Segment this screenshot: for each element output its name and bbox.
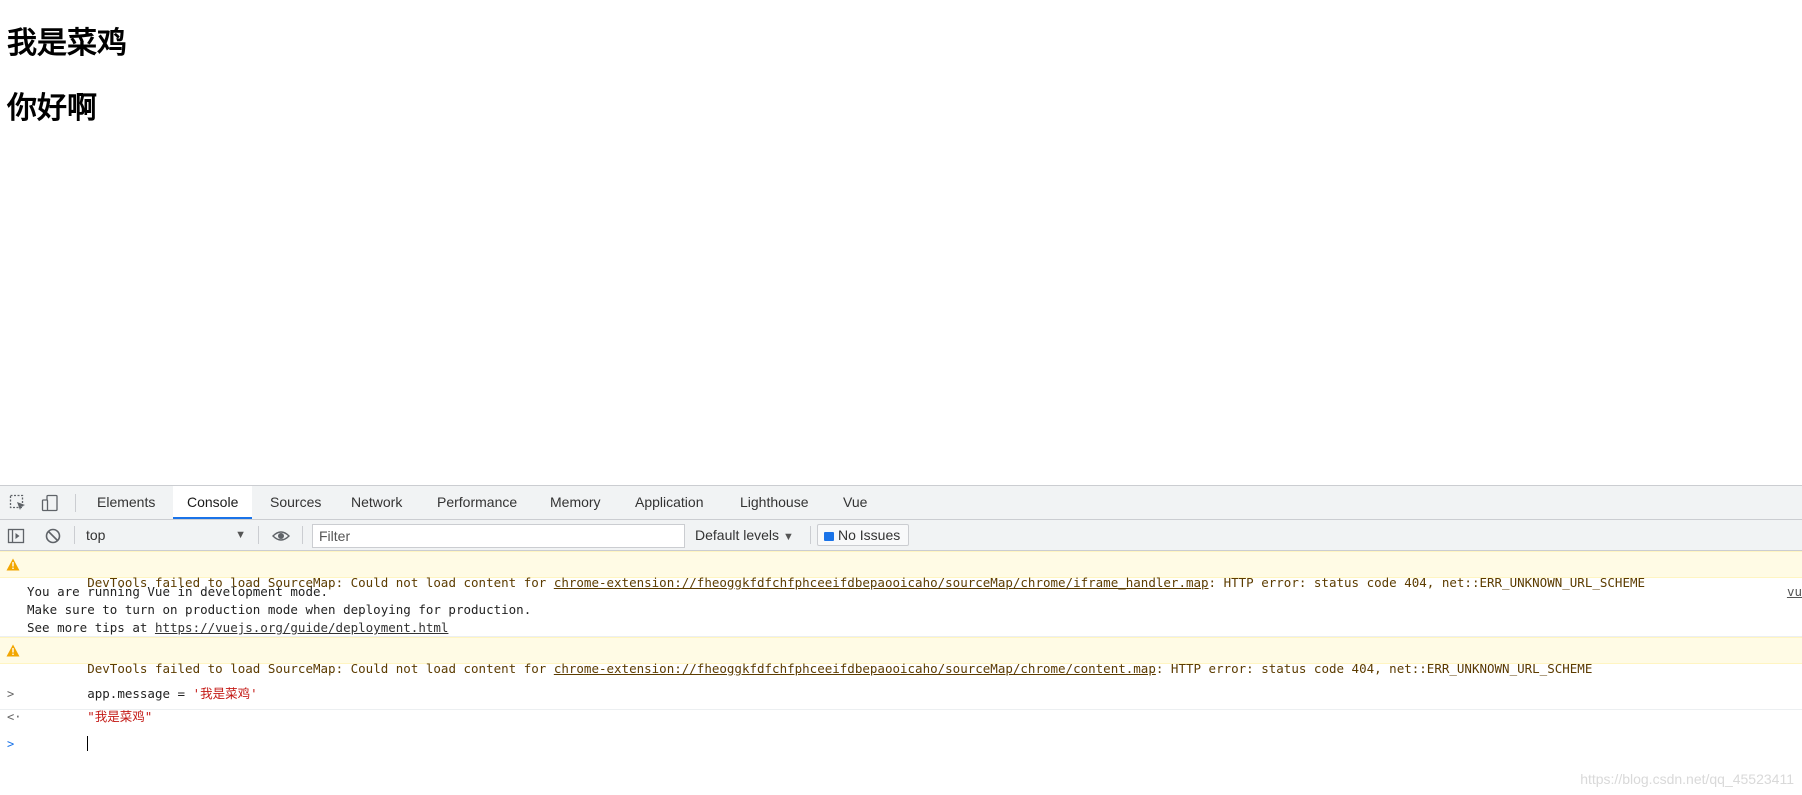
console-toolbar: top ▼ Default levels▼ No Issues bbox=[0, 520, 1802, 551]
message-source-link[interactable]: vu bbox=[1787, 583, 1802, 601]
filter-input[interactable] bbox=[312, 524, 685, 548]
console-command: > app.message = '我是菜鸡' bbox=[0, 664, 1802, 701]
issues-label: No Issues bbox=[838, 527, 901, 543]
clear-console-icon[interactable] bbox=[44, 527, 62, 545]
console-messages: DevTools failed to load SourceMap: Could… bbox=[0, 551, 1802, 795]
issues-button[interactable]: No Issues bbox=[817, 524, 910, 546]
toolbar-separator bbox=[302, 526, 303, 544]
tab-sources[interactable]: Sources bbox=[256, 486, 335, 519]
tab-lighthouse[interactable]: Lighthouse bbox=[726, 486, 823, 519]
tab-elements[interactable]: Elements bbox=[83, 486, 169, 519]
text-cursor bbox=[87, 736, 89, 751]
warning-icon bbox=[6, 644, 20, 657]
tab-network[interactable]: Network bbox=[337, 486, 416, 519]
device-toolbar-icon[interactable] bbox=[41, 494, 59, 512]
toolbar-separator bbox=[810, 526, 811, 544]
vue-deployment-link[interactable]: https://vuejs.org/guide/deployment.html bbox=[155, 620, 449, 635]
info-line: Make sure to turn on production mode whe… bbox=[27, 602, 532, 617]
page-heading-primary: 我是菜鸡 bbox=[7, 26, 127, 61]
context-selector[interactable]: top ▼ bbox=[80, 524, 250, 546]
console-result: <· "我是菜鸡" bbox=[0, 688, 1802, 724]
log-levels-label: Default levels bbox=[695, 527, 780, 543]
live-expression-eye-icon[interactable] bbox=[272, 527, 290, 545]
toolbar-separator bbox=[74, 526, 75, 544]
warning-icon bbox=[6, 558, 20, 571]
tab-performance[interactable]: Performance bbox=[423, 486, 531, 519]
page-heading-secondary: 你好啊 bbox=[7, 91, 97, 126]
dropdown-caret-icon: ▼ bbox=[783, 531, 794, 543]
devtools-tab-bar: Elements Console Sources Network Perform… bbox=[0, 486, 1802, 520]
page: 我是菜鸡 你好啊 Elements Console Sources Networ… bbox=[0, 0, 1802, 795]
console-warning: DevTools failed to load SourceMap: Could… bbox=[0, 551, 1802, 590]
page-content: 我是菜鸡 你好啊 bbox=[0, 0, 1802, 485]
info-line: See more tips at bbox=[27, 620, 155, 635]
console-prompt[interactable]: > bbox=[0, 711, 1802, 751]
console-info-message: You are running Vue in development mode.… bbox=[0, 578, 1802, 637]
watermark: https://blog.csdn.net/qq_45523411 bbox=[1580, 771, 1794, 787]
context-value: top bbox=[86, 527, 106, 543]
log-levels-dropdown[interactable]: Default levels ▼ bbox=[687, 524, 802, 546]
dropdown-caret-icon: ▼ bbox=[235, 529, 246, 541]
tab-bar-separator bbox=[75, 494, 76, 512]
sidebar-toggle-icon[interactable] bbox=[7, 527, 25, 545]
console-warning: DevTools failed to load SourceMap: Could… bbox=[0, 637, 1802, 676]
tab-memory[interactable]: Memory bbox=[536, 486, 615, 519]
issues-message-icon bbox=[824, 532, 834, 541]
tab-application[interactable]: Application bbox=[621, 486, 718, 519]
devtools-panel: Elements Console Sources Network Perform… bbox=[0, 485, 1802, 795]
toolbar-separator bbox=[258, 526, 259, 544]
inspect-element-icon[interactable] bbox=[9, 494, 27, 512]
info-line: You are running Vue in development mode. bbox=[27, 584, 329, 599]
tab-vue[interactable]: Vue bbox=[829, 486, 881, 519]
prompt-chevron-icon: > bbox=[7, 737, 15, 751]
tab-console[interactable]: Console bbox=[173, 486, 253, 519]
